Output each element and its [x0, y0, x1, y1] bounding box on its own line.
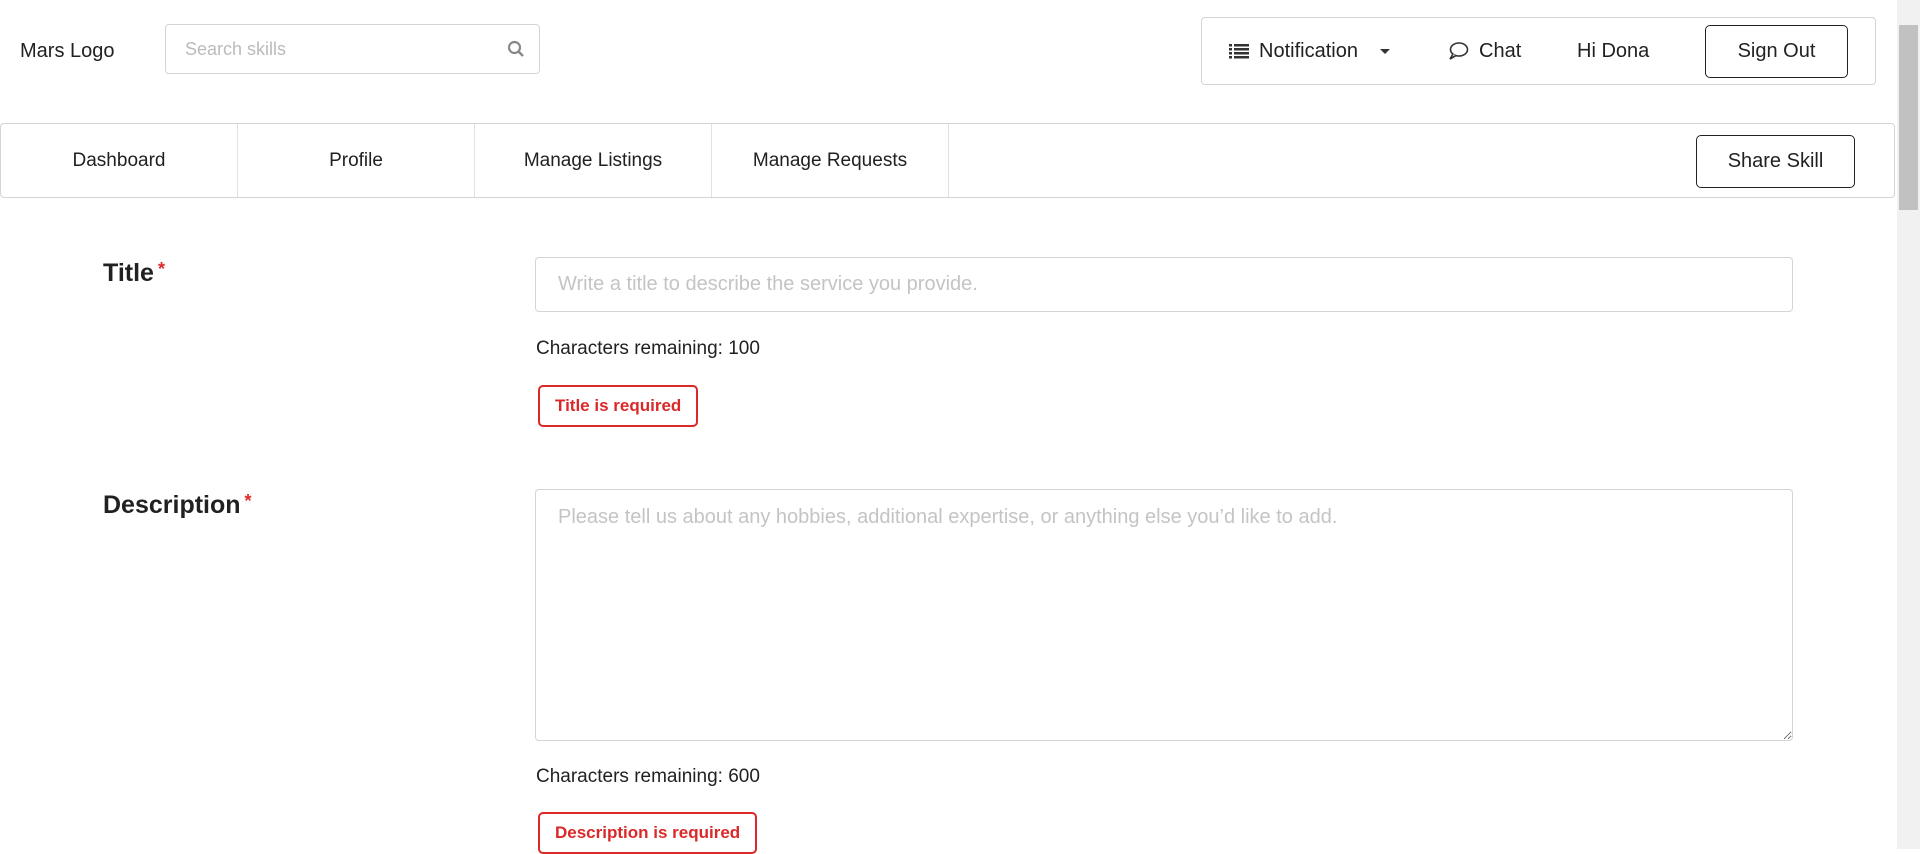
title-error: Title is required [538, 385, 699, 427]
nav-dashboard[interactable]: Dashboard [1, 124, 238, 197]
required-asterisk: * [157, 259, 165, 279]
list-icon [1229, 44, 1249, 59]
nav-manage-listings[interactable]: Manage Listings [475, 124, 712, 197]
description-error: Description is required [538, 812, 758, 854]
title-label: Title * [103, 259, 165, 288]
logo[interactable]: Mars Logo [20, 40, 115, 63]
description-chars-remaining: Characters remaining: 600 [536, 766, 760, 787]
greeting: Hi Dona [1577, 39, 1650, 62]
title-input[interactable] [535, 257, 1793, 312]
description-textarea[interactable] [535, 489, 1793, 741]
scrollbar-thumb[interactable] [1899, 25, 1918, 210]
chat-label: Chat [1479, 39, 1522, 62]
share-skill-button[interactable]: Share Skill [1696, 135, 1855, 188]
title-chars-remaining: Characters remaining: 100 [536, 338, 760, 359]
main-nav: Dashboard Profile Manage Listings Manage… [0, 123, 1895, 198]
description-label-text: Description [103, 491, 241, 519]
title-label-text: Title [103, 259, 154, 287]
nav-profile[interactable]: Profile [238, 124, 475, 197]
notification-dropdown[interactable]: Notification [1229, 18, 1392, 84]
caret-down-icon [1379, 49, 1390, 54]
chat-icon [1449, 42, 1469, 60]
search-input[interactable] [185, 38, 507, 60]
sign-out-button[interactable]: Sign Out [1705, 25, 1848, 78]
notification-label: Notification [1259, 39, 1358, 62]
description-label: Description * [103, 491, 252, 520]
required-asterisk: * [244, 491, 252, 511]
search-box [165, 24, 540, 74]
nav-manage-requests[interactable]: Manage Requests [712, 124, 949, 197]
user-menu: Notification Chat Hi Dona Sign Out [1201, 17, 1876, 85]
chat-link[interactable]: Chat [1447, 18, 1521, 84]
search-icon[interactable] [507, 40, 525, 58]
